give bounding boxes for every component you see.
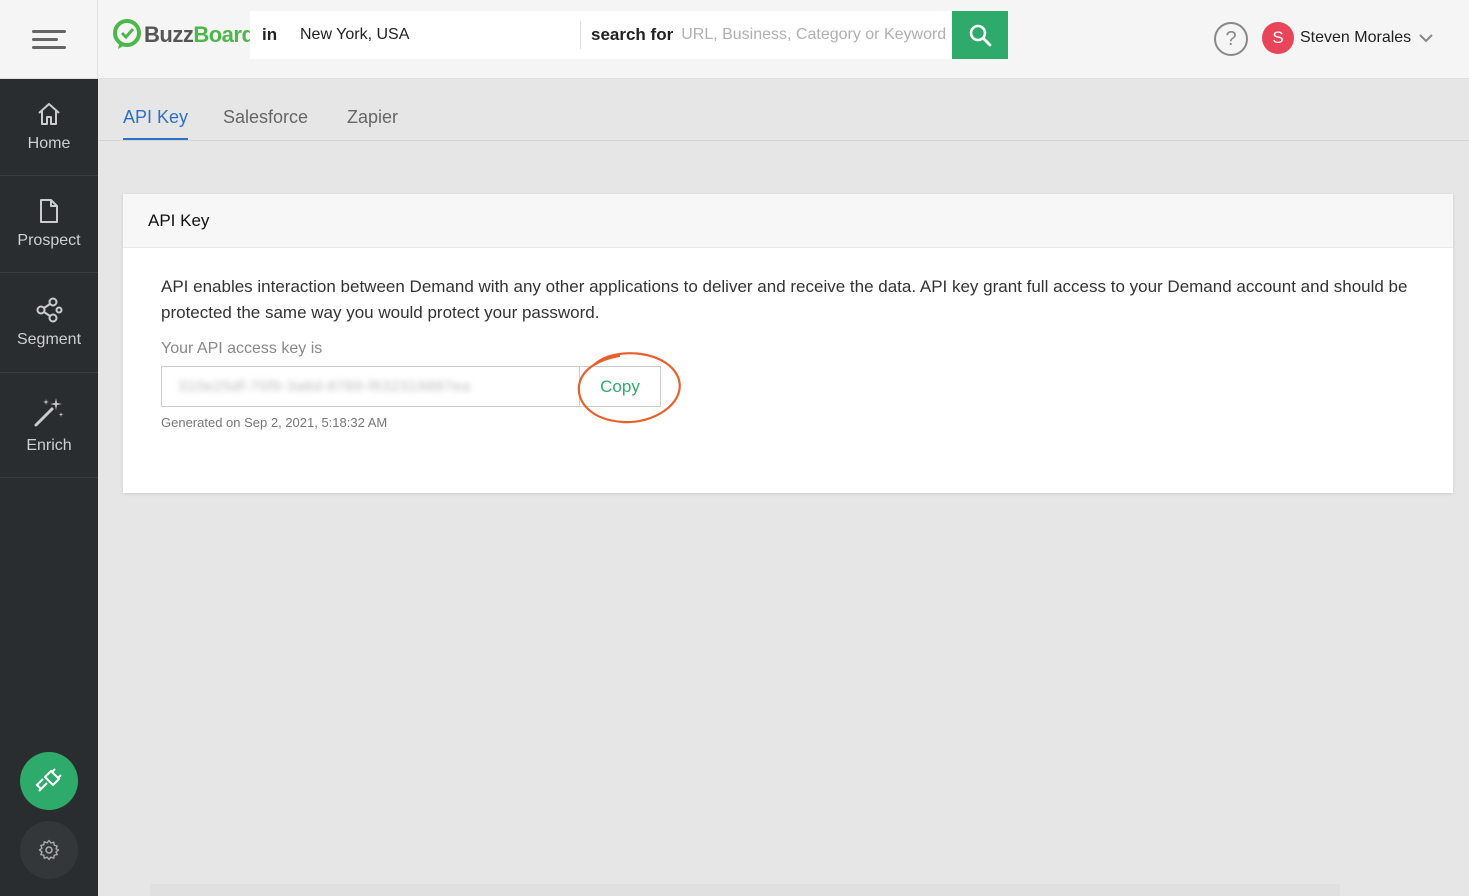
help-icon: ? bbox=[1225, 27, 1237, 50]
search-input[interactable] bbox=[681, 11, 952, 59]
search-bar: in search for bbox=[250, 11, 1008, 59]
sidebar-item-label: Enrich bbox=[26, 437, 72, 454]
copy-button[interactable]: Copy bbox=[579, 366, 661, 407]
top-bar: BuzzBoard in search for ? S Steven Moral… bbox=[0, 0, 1469, 79]
api-key-field[interactable]: 310e25df-75f9-3a6d-8789-f632319887ea bbox=[161, 366, 579, 407]
search-for-label: search for bbox=[591, 25, 674, 44]
tab-api-key[interactable]: API Key bbox=[123, 107, 189, 140]
integration-button[interactable] bbox=[20, 752, 78, 810]
help-button[interactable]: ? bbox=[1214, 22, 1248, 56]
api-key-card: API Key API enables interaction between … bbox=[123, 194, 1453, 493]
sidebar-item-label: Segment bbox=[16, 330, 82, 348]
gear-icon bbox=[38, 839, 60, 861]
api-description: API enables interaction between Demand w… bbox=[161, 277, 1408, 322]
avatar: S bbox=[1262, 22, 1294, 54]
sidebar-item-prospect[interactable]: Prospect bbox=[0, 176, 98, 273]
home-icon bbox=[38, 103, 60, 125]
sidebar-item-label: Home bbox=[27, 135, 71, 152]
user-menu[interactable]: S Steven Morales bbox=[1262, 22, 1433, 54]
location-input[interactable] bbox=[300, 11, 580, 59]
plug-icon bbox=[35, 768, 62, 792]
search-icon bbox=[969, 24, 992, 47]
logo-bubble-icon bbox=[113, 19, 141, 49]
document-icon bbox=[40, 199, 58, 223]
chevron-down-icon bbox=[1419, 34, 1433, 43]
api-key-row: 310e25df-75f9-3a6d-8789-f632319887ea Cop… bbox=[161, 366, 661, 407]
sidebar-item-segment[interactable]: Segment bbox=[0, 273, 98, 373]
magic-wand-icon bbox=[34, 398, 64, 427]
search-button[interactable] bbox=[952, 11, 1008, 59]
share-icon bbox=[36, 297, 63, 322]
hamburger-menu-button[interactable] bbox=[0, 0, 98, 79]
generated-timestamp: Generated on Sep 2, 2021, 5:18:32 AM bbox=[161, 415, 388, 430]
buzzboard-logo[interactable]: BuzzBoard bbox=[112, 18, 255, 52]
tab-salesforce[interactable]: Salesforce bbox=[223, 107, 308, 138]
sidebar-item-home[interactable]: Home bbox=[0, 79, 98, 176]
api-key-value: 310e25df-75f9-3a6d-8789-f632319887ea bbox=[178, 378, 471, 395]
user-name: Steven Morales bbox=[1300, 29, 1412, 46]
card-title: API Key bbox=[123, 194, 1453, 248]
api-key-label: Your API access key is bbox=[161, 340, 323, 357]
bottom-shadow bbox=[150, 884, 1340, 896]
tab-bar: API Key Salesforce Zapier bbox=[98, 79, 1469, 141]
sidebar: Home Prospect Segment Enrich bbox=[0, 79, 98, 896]
hamburger-icon bbox=[31, 29, 66, 49]
logo-text: BuzzBoard bbox=[144, 22, 255, 47]
tab-zapier[interactable]: Zapier bbox=[347, 107, 398, 138]
sidebar-item-enrich[interactable]: Enrich bbox=[0, 373, 98, 478]
settings-button[interactable] bbox=[20, 821, 78, 879]
sidebar-item-label: Prospect bbox=[17, 232, 81, 249]
in-label: in bbox=[262, 25, 278, 44]
